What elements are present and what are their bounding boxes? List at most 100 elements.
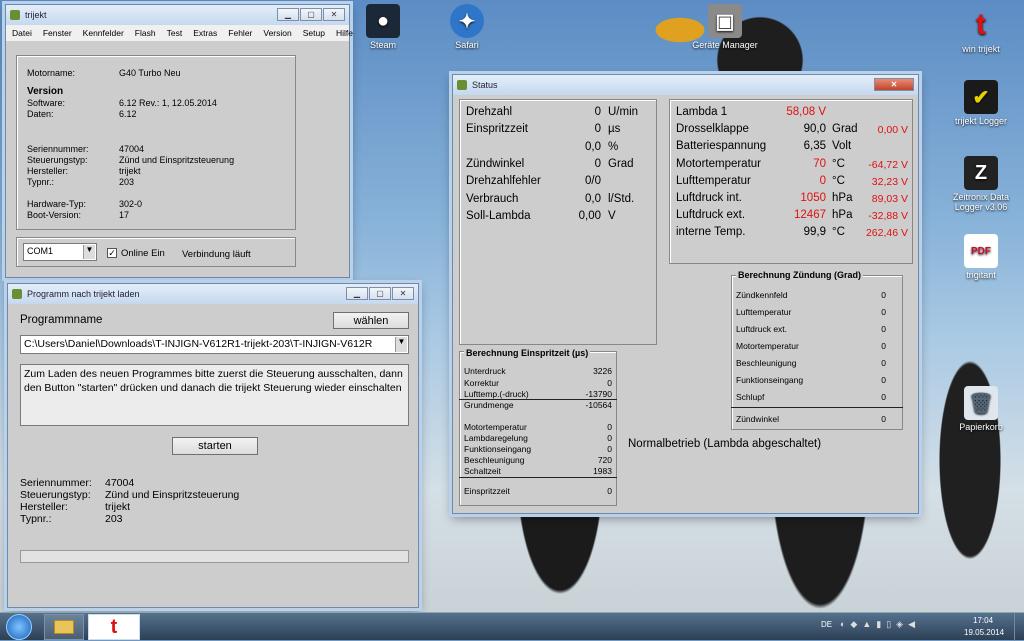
explorer-task-button[interactable] <box>44 614 84 640</box>
menu-extras[interactable]: Extras <box>193 28 217 38</box>
einspritz-value: 720 <box>597 455 612 465</box>
win-trijekt-label: win trijekt <box>962 44 1000 54</box>
einspritz-value: 0 <box>607 486 612 496</box>
einspritz-value: 3226 <box>593 366 612 376</box>
close-button[interactable]: ✕ <box>323 8 345 21</box>
title-bar[interactable]: Programm nach trijekt laden ▁ ▢ ✕ <box>8 284 418 304</box>
status-label: interne Temp. <box>676 226 746 239</box>
title-bar[interactable]: trijekt ▁ ▢ ✕ <box>6 5 349 25</box>
status-label: Lambda 1 <box>676 106 728 118</box>
einspritz-value: 0 <box>607 433 612 443</box>
zuendung-label: Schlupf <box>736 392 765 402</box>
trijekt-task-button[interactable]: t <box>88 614 140 640</box>
online-checkbox[interactable]: ✓ <box>107 248 117 258</box>
verbindung-status: Verbindung läuft <box>182 249 251 260</box>
zeitronix-icon: Z <box>964 156 998 190</box>
maximize-button[interactable]: ▢ <box>369 287 391 300</box>
start-button[interactable] <box>6 614 32 640</box>
zuendung-title: Berechnung Zündung (Grad) <box>736 270 863 280</box>
zuendung-label: Zündwinkel <box>736 414 779 424</box>
daten-label: Daten: <box>27 109 54 119</box>
chevron-down-icon[interactable]: ▼ <box>83 245 95 259</box>
software-label: Software: <box>27 98 66 108</box>
status-unit: µs <box>608 123 621 136</box>
clock-time[interactable]: 17:04 <box>973 616 993 625</box>
menu-datei[interactable]: Datei <box>12 28 32 38</box>
status-label: Motortemperatur <box>676 157 762 170</box>
trijekt-logger-shortcut[interactable]: ✔ trijekt Logger <box>946 80 1016 126</box>
status-unit: Grad <box>608 157 634 170</box>
zuendung-value: 0 <box>881 341 886 351</box>
status-voltage: -32,88 V <box>868 210 908 223</box>
minimize-button[interactable]: ▁ <box>346 287 368 300</box>
motorname-label: Motorname: <box>27 68 76 78</box>
clock-date[interactable]: 19.05.2014 <box>964 628 1004 637</box>
menu-test[interactable]: Test <box>167 28 183 38</box>
status-value: 90,0 <box>803 123 826 136</box>
progress-bar <box>20 550 409 563</box>
taskbar: t DE ◐◆▲▮▯◈◀ 17:04 19.05.2014 <box>0 612 1024 641</box>
einspritz-label: Schaltzeit <box>464 466 501 476</box>
recycle-bin-icon: 🗑 <box>964 386 998 420</box>
zuendung-value: 0 <box>881 392 886 402</box>
starten-button[interactable]: starten <box>172 437 258 455</box>
menu-fenster[interactable]: Fenster <box>43 28 72 38</box>
window-title: Status <box>472 80 498 90</box>
status-unit: °C <box>832 157 845 170</box>
typnr-value: 203 <box>119 177 135 187</box>
einspritz-label: Lufttemp.(-druck) <box>464 389 529 399</box>
typnr-value: 203 <box>105 513 123 525</box>
right-values-group: Lambda 1 58,08 V Drosselklappe 90,0 Grad 0,00… <box>669 99 913 264</box>
normalbetrieb-status: Normalbetrieb (Lambda abgeschaltet) <box>628 438 822 450</box>
left-values-group: Drehzahl 0 U/min Einspritzzeit 0 µs 0,0% Zündwi… <box>459 99 657 345</box>
daten-value: 6.12 <box>119 109 137 119</box>
steam-shortcut[interactable]: ● Steam <box>348 4 418 50</box>
tray-icons[interactable]: ◐◆▲▮▯◈◀ <box>840 619 920 630</box>
safari-shortcut[interactable]: ✦ Safari <box>432 4 502 50</box>
zuendung-label: Zündkennfeld <box>736 290 788 300</box>
trigitant-label: trigitant <box>966 270 996 280</box>
menu-flash[interactable]: Flash <box>135 28 156 38</box>
compass-icon: ✦ <box>450 4 484 38</box>
papierkorb-shortcut[interactable]: 🗑 Papierkorb <box>946 386 1016 432</box>
chevron-down-icon[interactable]: ▼ <box>395 337 407 352</box>
program-path-select[interactable]: C:\Users\Daniel\Downloads\T-INJIGN-V612R… <box>20 335 409 354</box>
status-value: 0/0 <box>585 175 601 188</box>
zuendung-value: 0 <box>881 307 886 317</box>
close-button[interactable]: ✕ <box>874 78 914 91</box>
menu-version[interactable]: Version <box>263 28 291 38</box>
divider <box>459 399 617 400</box>
geraete-manager-shortcut[interactable]: ▣ Geräte Manager <box>690 4 760 50</box>
menu-hilfe[interactable]: Hilfe <box>336 28 353 38</box>
zeitronix-shortcut[interactable]: Z Zeitronix Data Logger v3.06 <box>946 156 1016 212</box>
trigitant-shortcut[interactable]: PDF trigitant <box>946 234 1016 280</box>
einspritz-value: 0 <box>607 444 612 454</box>
minimize-button[interactable]: ▁ <box>277 8 299 21</box>
status-voltage: 262,46 V <box>865 227 908 240</box>
title-bar[interactable]: Status ✕ <box>453 75 918 95</box>
einspritz-label: Beschleunigung <box>464 455 525 465</box>
divider <box>459 477 617 478</box>
com-port-select[interactable]: COM1 ▼ <box>23 243 97 261</box>
language-indicator[interactable]: DE <box>821 620 832 629</box>
waehlen-button[interactable]: wählen <box>333 312 409 329</box>
online-label: Online Ein <box>121 248 165 259</box>
menu-setup[interactable]: Setup <box>303 28 325 38</box>
geraete-manager-label: Geräte Manager <box>692 40 758 50</box>
boot-version-label: Boot-Version: <box>27 210 82 220</box>
win-trijekt-shortcut[interactable]: t win trijekt <box>946 8 1016 54</box>
trijekt-logo-icon <box>12 289 22 299</box>
einspritz-value: 0 <box>607 422 612 432</box>
status-label: Drehzahl <box>466 106 513 118</box>
status-voltage: 32,23 V <box>871 175 908 188</box>
status-unit: V <box>608 209 616 222</box>
close-button[interactable]: ✕ <box>392 287 414 300</box>
menu-fehler[interactable]: Fehler <box>228 28 252 38</box>
status-voltage: 0,00 V <box>877 124 908 137</box>
show-desktop-button[interactable] <box>1014 613 1024 641</box>
maximize-button[interactable]: ▢ <box>300 8 322 21</box>
trijekt-logger-label: trijekt Logger <box>954 116 1008 126</box>
menu-kennfelder[interactable]: Kennfelder <box>83 28 124 38</box>
steuerungstyp-label: Steuerungstyp: <box>20 489 91 501</box>
steuerungstyp-label: Steuerungstyp: <box>27 155 88 165</box>
